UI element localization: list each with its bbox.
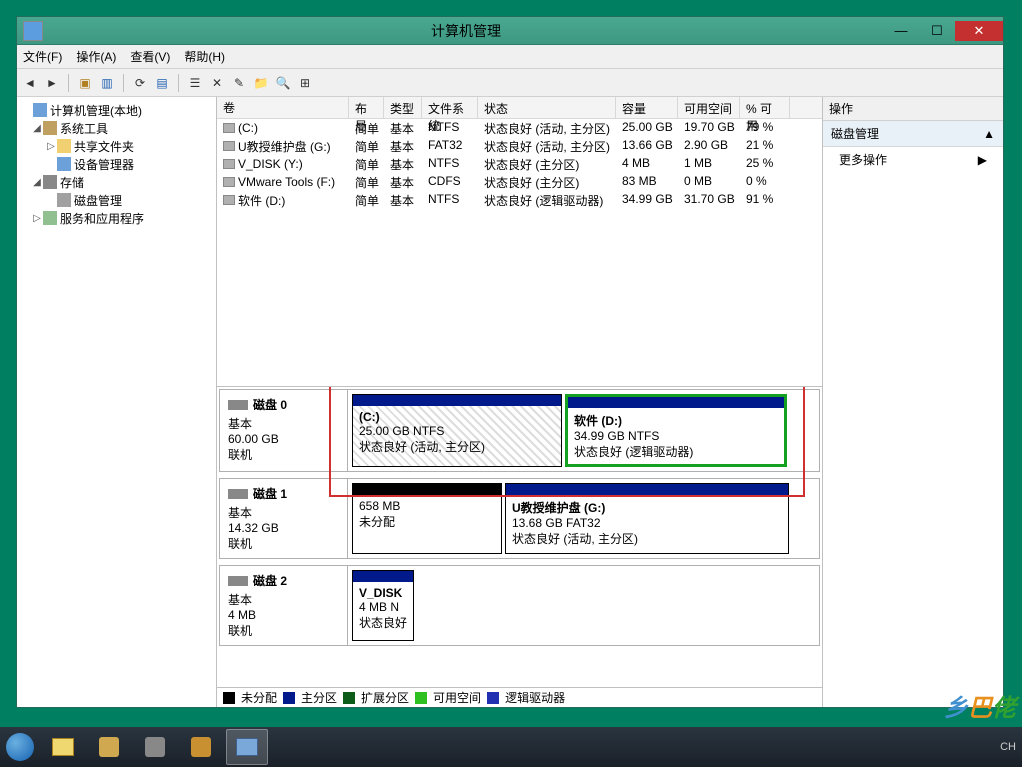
tree-systools[interactable]: 系统工具 <box>60 120 108 137</box>
properties-button[interactable]: ▤ <box>153 74 171 92</box>
table-header[interactable]: 卷 布局 类型 文件系统 状态 容量 可用空间 % 可用 <box>217 97 822 119</box>
app-icon <box>23 21 43 41</box>
disk-row[interactable]: 磁盘 2基本4 MB联机V_DISK4 MB N状态良好 <box>219 565 820 646</box>
up-button[interactable]: ▣ <box>76 74 94 92</box>
task-computer-mgmt[interactable] <box>226 729 268 765</box>
disk-map[interactable]: 磁盘 0基本60.00 GB联机(C:)25.00 GB NTFS状态良好 (活… <box>217 387 822 707</box>
partition[interactable]: 软件 (D:)34.99 GB NTFS状态良好 (逻辑驱动器) <box>565 394 787 467</box>
disk-row[interactable]: 磁盘 0基本60.00 GB联机(C:)25.00 GB NTFS状态良好 (活… <box>219 389 820 472</box>
refresh-button[interactable]: ⟳ <box>131 74 149 92</box>
titlebar[interactable]: 计算机管理 — ☐ ✕ <box>17 17 1003 45</box>
tb-icon-b[interactable]: ✕ <box>208 74 226 92</box>
table-row[interactable]: VMware Tools (F:)简单基本CDFS状态良好 (主分区)83 MB… <box>217 173 822 191</box>
start-button[interactable] <box>0 727 40 767</box>
more-actions[interactable]: 更多操作▶ <box>823 147 1003 172</box>
partition[interactable]: 658 MB未分配 <box>352 483 502 554</box>
tree-devmgr[interactable]: 设备管理器 <box>74 156 134 173</box>
show-hide-button[interactable]: ▥ <box>98 74 116 92</box>
tree-storage[interactable]: 存储 <box>60 174 84 191</box>
actions-header: 操作 <box>823 97 1003 121</box>
legend: 未分配 主分区 扩展分区 可用空间 逻辑驱动器 <box>217 687 822 707</box>
menu-file[interactable]: 文件(F) <box>23 48 62 65</box>
center-pane: 卷 布局 类型 文件系统 状态 容量 可用空间 % 可用 (C:)简单基本NTF… <box>217 97 823 707</box>
table-row[interactable]: V_DISK (Y:)简单基本NTFS状态良好 (主分区)4 MB1 MB25 … <box>217 155 822 173</box>
computer-mgmt-window: 计算机管理 — ☐ ✕ 文件(F) 操作(A) 查看(V) 帮助(H) ◄ ► … <box>16 16 1004 708</box>
disk-row[interactable]: 磁盘 1基本14.32 GB联机658 MB未分配U教授维护盘 (G:)13.6… <box>219 478 820 559</box>
task-app-3[interactable] <box>180 729 222 765</box>
partition[interactable]: V_DISK4 MB N状态良好 <box>352 570 414 641</box>
task-app-1[interactable] <box>88 729 130 765</box>
volume-table[interactable]: 卷 布局 类型 文件系统 状态 容量 可用空间 % 可用 (C:)简单基本NTF… <box>217 97 822 387</box>
taskbar[interactable]: CH <box>0 727 1022 767</box>
maximize-button[interactable]: ☐ <box>919 21 955 41</box>
forward-button[interactable]: ► <box>43 74 61 92</box>
tb-icon-f[interactable]: ⊞ <box>296 74 314 92</box>
actions-pane: 操作 磁盘管理▲ 更多操作▶ <box>823 97 1003 707</box>
table-row[interactable]: (C:)简单基本NTFS状态良好 (活动, 主分区)25.00 GB19.70 … <box>217 119 822 137</box>
menubar: 文件(F) 操作(A) 查看(V) 帮助(H) <box>17 45 1003 69</box>
minimize-button[interactable]: — <box>883 21 919 41</box>
nav-tree[interactable]: 计算机管理(本地) ◢系统工具 ▷共享文件夹 设备管理器 ◢存储 磁盘管理 ▷服… <box>17 97 217 707</box>
back-button[interactable]: ◄ <box>21 74 39 92</box>
partition[interactable]: (C:)25.00 GB NTFS状态良好 (活动, 主分区) <box>352 394 562 467</box>
window-title: 计算机管理 <box>49 21 883 41</box>
tray-lang[interactable]: CH <box>1000 741 1016 753</box>
collapse-icon[interactable]: ▲ <box>983 127 995 141</box>
menu-help[interactable]: 帮助(H) <box>184 48 225 65</box>
task-explorer[interactable] <box>42 729 84 765</box>
task-app-2[interactable] <box>134 729 176 765</box>
tb-icon-c[interactable]: ✎ <box>230 74 248 92</box>
close-button[interactable]: ✕ <box>955 21 1003 41</box>
tb-icon-d[interactable]: 📁 <box>252 74 270 92</box>
partition[interactable]: U教授维护盘 (G:)13.68 GB FAT32状态良好 (活动, 主分区) <box>505 483 789 554</box>
tree-services[interactable]: 服务和应用程序 <box>60 210 144 227</box>
system-tray[interactable]: CH <box>1000 741 1016 753</box>
table-row[interactable]: U教授维护盘 (G:)简单基本FAT32状态良好 (活动, 主分区)13.66 … <box>217 137 822 155</box>
table-row[interactable]: 软件 (D:)简单基本NTFS状态良好 (逻辑驱动器)34.99 GB31.70… <box>217 191 822 209</box>
chevron-right-icon: ▶ <box>978 153 987 167</box>
menu-view[interactable]: 查看(V) <box>130 48 170 65</box>
menu-action[interactable]: 操作(A) <box>76 48 116 65</box>
tree-root[interactable]: 计算机管理(本地) <box>50 102 142 119</box>
tree-shared[interactable]: 共享文件夹 <box>74 138 134 155</box>
tb-icon-e[interactable]: 🔍 <box>274 74 292 92</box>
tb-icon-a[interactable]: ☰ <box>186 74 204 92</box>
tree-diskmgmt[interactable]: 磁盘管理 <box>74 192 122 209</box>
actions-section[interactable]: 磁盘管理▲ <box>823 121 1003 147</box>
toolbar: ◄ ► ▣ ▥ ⟳ ▤ ☰ ✕ ✎ 📁 🔍 ⊞ <box>17 69 1003 97</box>
